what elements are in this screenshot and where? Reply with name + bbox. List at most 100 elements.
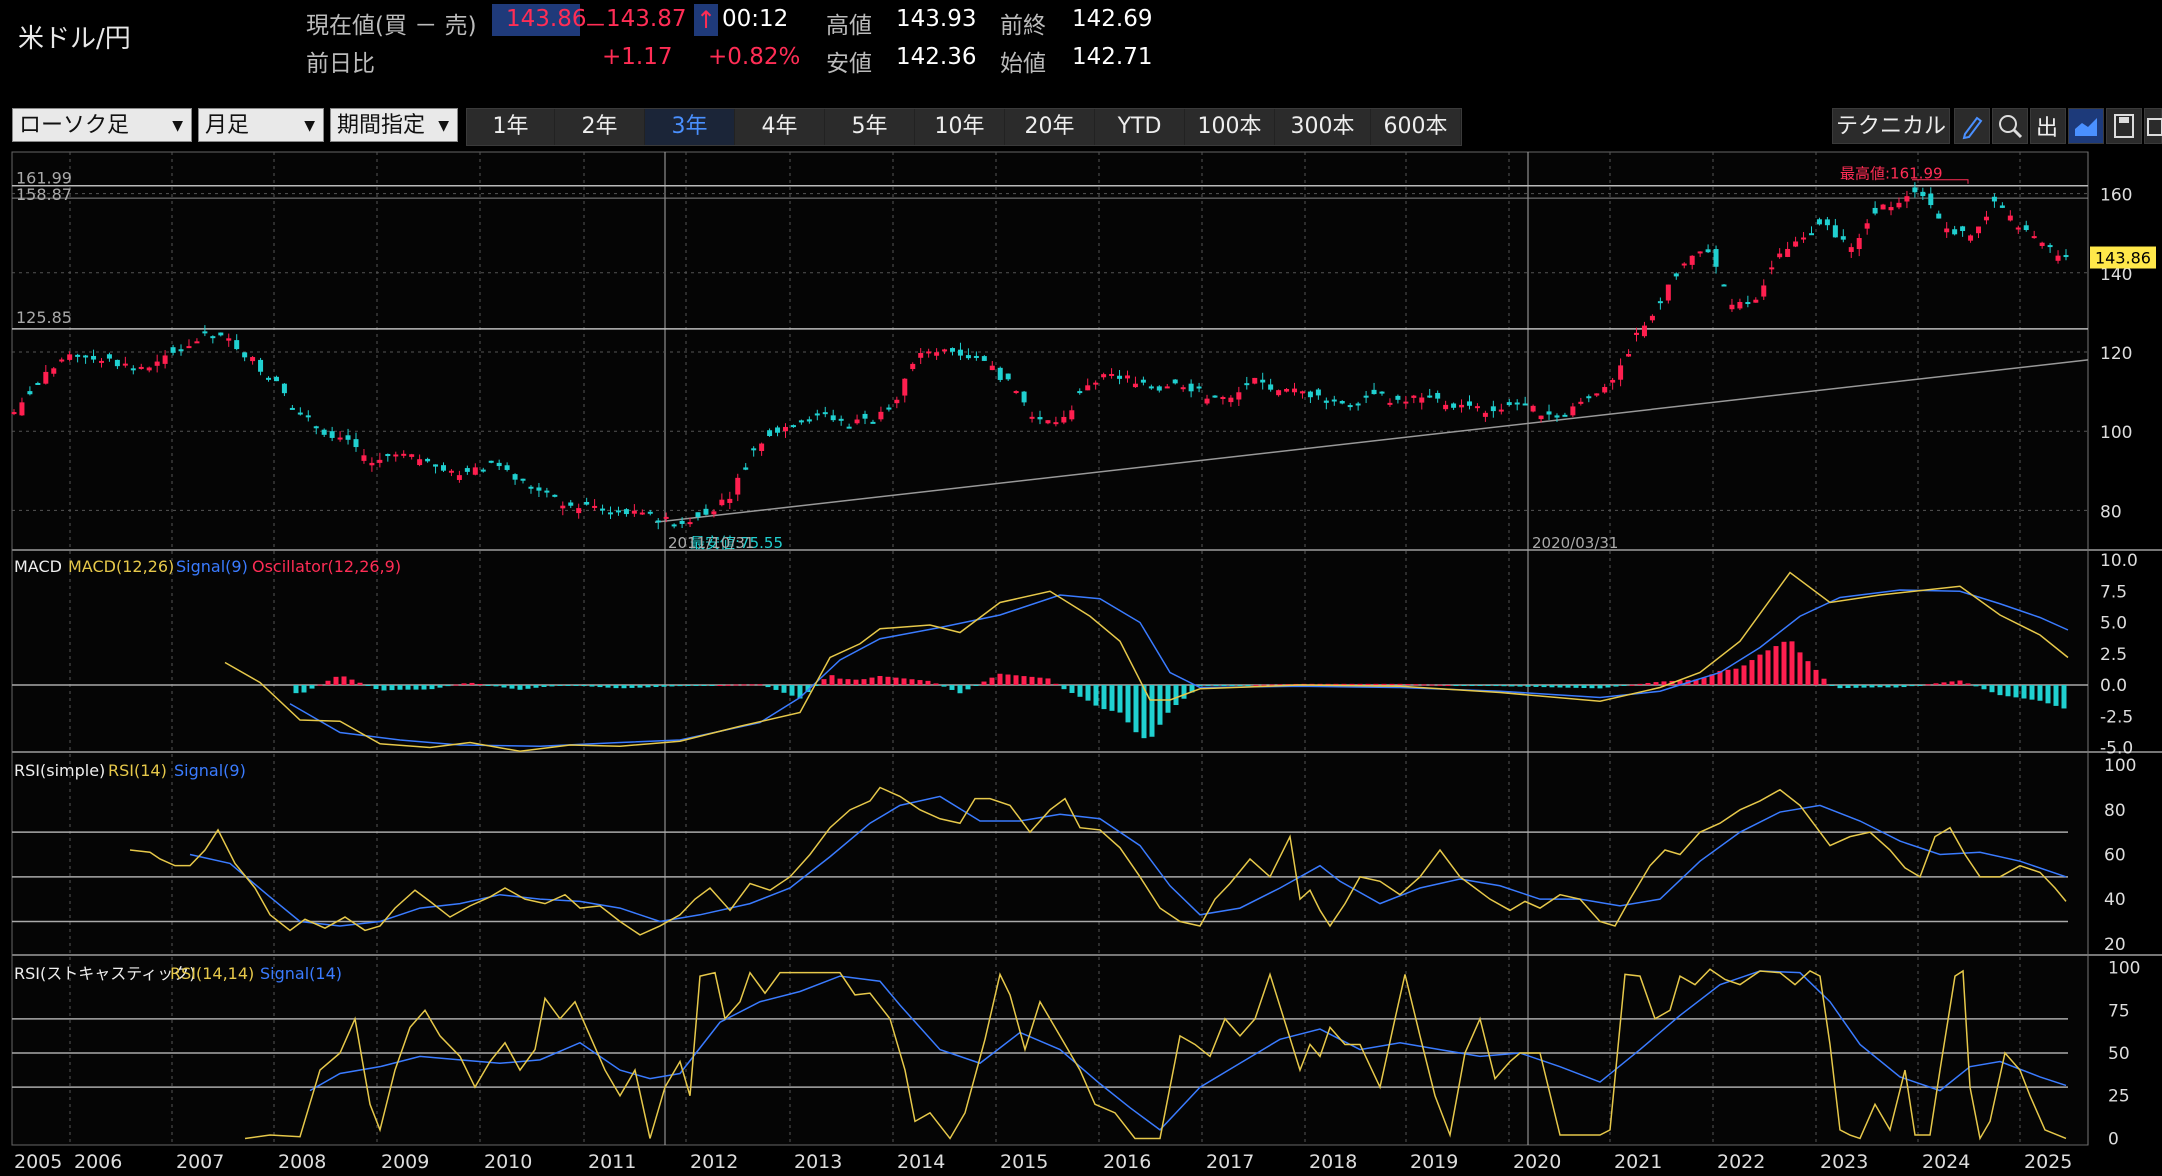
- candle: [536, 487, 542, 491]
- chart-type-select[interactable]: ローソク足 ▼: [12, 108, 192, 142]
- candle: [1610, 379, 1616, 383]
- period-button-8[interactable]: 100本: [1185, 109, 1275, 145]
- period-button-7[interactable]: YTD: [1095, 109, 1185, 145]
- macd-histogram-bar: [909, 679, 915, 685]
- candle: [1618, 365, 1624, 380]
- technical-button[interactable]: テクニカル: [1832, 108, 1950, 144]
- macd-histogram-bar: [1413, 684, 1419, 686]
- candle: [703, 508, 709, 515]
- macd-histogram-bar: [1213, 685, 1219, 686]
- macd-histogram-bar: [1445, 684, 1451, 686]
- macd-histogram-bar: [1437, 684, 1443, 686]
- macd-histogram-bar: [1901, 685, 1907, 688]
- period-button-10[interactable]: 600本: [1371, 109, 1461, 145]
- stoch-y-tick: 100: [2108, 959, 2140, 979]
- macd-histogram-bar: [1733, 668, 1739, 685]
- period-button-1[interactable]: 2年: [555, 109, 645, 145]
- candle: [1753, 299, 1759, 303]
- macd-y-tick: -2.5: [2100, 707, 2133, 727]
- interval-select[interactable]: 月足 ▼: [198, 108, 324, 142]
- candle: [671, 524, 677, 527]
- macd-histogram-bar: [429, 685, 435, 690]
- rsi-y-tick: 20: [2104, 935, 2126, 955]
- rsi-y-tick: 80: [2104, 801, 2126, 821]
- candle: [1045, 420, 1051, 424]
- candle: [639, 512, 645, 515]
- candle: [926, 351, 932, 354]
- macd-histogram-bar: [1485, 685, 1491, 686]
- period-button-6[interactable]: 20年: [1005, 109, 1095, 145]
- macd-histogram-bar: [1925, 684, 1931, 686]
- candle: [1801, 237, 1807, 240]
- candle: [782, 426, 788, 432]
- macd-histogram-bar: [925, 680, 931, 685]
- price-y-tick: 80: [2100, 502, 2122, 522]
- candle: [440, 465, 446, 471]
- pen-icon[interactable]: [1954, 108, 1990, 144]
- stoch-y-tick: 50: [2108, 1044, 2130, 1064]
- candle: [385, 454, 391, 457]
- rsi-y-tick: 60: [2104, 846, 2126, 866]
- candle: [1888, 207, 1894, 211]
- period-button-9[interactable]: 300本: [1275, 109, 1371, 145]
- candle: [687, 522, 693, 525]
- candle: [1928, 193, 1934, 206]
- change-value: +1.17: [602, 44, 673, 70]
- candle: [1912, 187, 1918, 193]
- macd-histogram-bar: [845, 679, 851, 685]
- period-button-5[interactable]: 10年: [915, 109, 1005, 145]
- candle: [584, 501, 590, 505]
- macd-histogram-bar: [333, 676, 339, 685]
- candle: [751, 448, 757, 451]
- save-icon[interactable]: [2106, 108, 2142, 144]
- candle: [1634, 332, 1640, 335]
- candle: [1061, 416, 1067, 423]
- period-button-2[interactable]: 3年: [645, 109, 735, 145]
- window-icon[interactable]: [2144, 108, 2162, 144]
- period-button-0[interactable]: 1年: [467, 109, 555, 145]
- candle: [1848, 247, 1854, 252]
- candle: [433, 464, 439, 467]
- macd-histogram-bar: [2045, 685, 2051, 704]
- stoch-legend: RSI(14,14): [170, 964, 254, 983]
- candle: [186, 346, 192, 349]
- candle: [1936, 213, 1942, 219]
- candle: [1292, 388, 1298, 393]
- period-button-3[interactable]: 4年: [735, 109, 825, 145]
- macd-histogram-bar: [1981, 685, 1987, 690]
- macd-histogram-bar: [1885, 685, 1891, 688]
- macd-histogram-bar: [997, 673, 1003, 685]
- candle: [1371, 389, 1377, 395]
- macd-histogram-bar: [1149, 685, 1155, 737]
- candle: [1085, 385, 1091, 391]
- period-button-4[interactable]: 5年: [825, 109, 915, 145]
- macd-histogram-bar: [1541, 685, 1547, 688]
- candle: [75, 354, 81, 357]
- macd-histogram-bar: [1789, 641, 1795, 685]
- macd-histogram-bar: [1021, 676, 1027, 685]
- high-value: 143.93: [896, 6, 977, 32]
- macd-histogram-bar: [2053, 685, 2059, 706]
- macd-histogram-bar: [869, 677, 875, 685]
- candle: [43, 371, 49, 384]
- candle: [1252, 377, 1258, 384]
- macd-histogram-bar: [765, 685, 771, 688]
- macd-histogram-bar: [381, 685, 387, 691]
- candle: [830, 415, 836, 421]
- macd-histogram-bar: [725, 684, 731, 686]
- chart-area[interactable]: 2005 2006 2007 2008 2009 2010 2011 2012 2013 2014…: [0, 150, 2162, 1176]
- macd-histogram-bar: [597, 685, 603, 688]
- zoom-icon[interactable]: [1992, 108, 2028, 144]
- candle: [1538, 415, 1544, 420]
- macd-histogram-bar: [1557, 685, 1563, 688]
- range-mode-select[interactable]: 期間指定 ▼: [330, 108, 458, 142]
- export-icon[interactable]: 出: [2030, 108, 2066, 144]
- area-chart-icon[interactable]: [2068, 108, 2104, 144]
- last-price-label: 143.86: [2095, 249, 2151, 268]
- candle: [1594, 393, 1600, 396]
- macd-histogram-bar: [637, 685, 643, 688]
- candle: [250, 357, 256, 362]
- macd-histogram-bar: [893, 677, 899, 685]
- macd-histogram-bar: [917, 680, 923, 685]
- candle: [1816, 219, 1822, 225]
